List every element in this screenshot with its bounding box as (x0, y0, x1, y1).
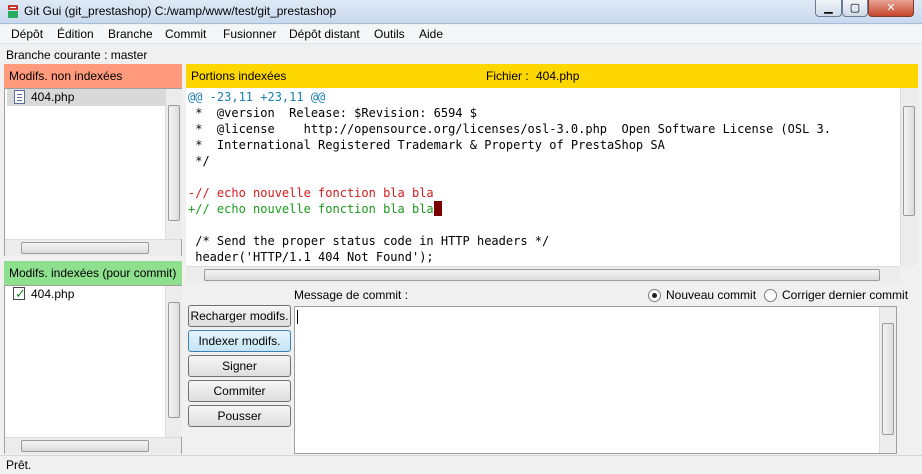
git-gui-icon (8, 5, 18, 18)
stage-changed-button[interactable]: Indexer modifs. (188, 330, 291, 352)
diff-file-name: 404.php (536, 69, 580, 83)
maximize-button[interactable]: ▢ (842, 0, 868, 17)
menu-depot-distant[interactable]: Dépôt distant (289, 27, 360, 41)
staged-file-row[interactable]: 404.php (7, 285, 165, 303)
staged-file-list: 404.php (4, 285, 182, 454)
file-icon (14, 90, 25, 104)
amend-commit-label[interactable]: Corriger dernier commit (782, 288, 908, 302)
unstaged-vertical-scrollbar[interactable] (165, 89, 182, 239)
unstaged-file-name: 404.php (31, 90, 75, 104)
unstaged-horizontal-scrollbar[interactable] (5, 239, 181, 256)
minimize-icon: ▁ (824, 2, 833, 14)
new-commit-radio[interactable] (648, 289, 661, 302)
unstaged-file-list: 404.php (4, 88, 182, 256)
unstaged-header: Modifs. non indexées (4, 64, 182, 88)
commit-message-input[interactable] (294, 306, 897, 454)
diff-hscroll-thumb[interactable] (204, 269, 880, 281)
unstaged-scroll-thumb[interactable] (168, 105, 180, 221)
commit-vertical-scrollbar[interactable] (879, 307, 896, 453)
unstaged-hscroll-thumb[interactable] (21, 242, 149, 254)
amend-commit-radio[interactable] (764, 289, 777, 302)
diff-scroll-thumb[interactable] (903, 106, 915, 216)
staged-file-name: 404.php (31, 287, 75, 301)
diff-header: Portions indexées Fichier : 404.php (186, 64, 918, 88)
status-bar: Prêt. (0, 455, 922, 474)
commit-caret (297, 310, 298, 324)
staged-hscroll-thumb[interactable] (21, 440, 149, 452)
staged-check-icon (13, 285, 26, 302)
diff-line: * @license http://opensource.org/license… (188, 122, 831, 136)
rescan-button[interactable]: Recharger modifs. (188, 305, 291, 327)
text-cursor (433, 201, 442, 216)
diff-vertical-scrollbar[interactable] (900, 88, 917, 266)
menu-edition[interactable]: Édition (57, 27, 94, 41)
diff-deleted-line: -// echo nouvelle fonction bla bla (188, 186, 434, 200)
new-commit-label[interactable]: Nouveau commit (666, 288, 756, 302)
diff-line: header('HTTP/1.1 404 Not Found'); (188, 250, 434, 264)
staged-vertical-scrollbar[interactable] (165, 286, 182, 437)
menu-commit[interactable]: Commit (165, 27, 206, 41)
staged-horizontal-scrollbar[interactable] (5, 437, 181, 454)
menu-bar: Dépôt Édition Branche Commit Fusionner D… (0, 25, 922, 44)
diff-view[interactable]: @@ -23,11 +23,11 @@ * @version Release: … (186, 88, 900, 266)
unstaged-file-row[interactable]: 404.php (7, 89, 165, 106)
current-branch: Branche courante : master (6, 48, 148, 62)
sign-off-button[interactable]: Signer (188, 355, 291, 377)
menu-fusionner[interactable]: Fusionner (223, 27, 276, 41)
menu-aide[interactable]: Aide (419, 27, 443, 41)
title-bar: Git Gui (git_prestashop) C:/wamp/www/tes… (0, 0, 922, 24)
menu-branche[interactable]: Branche (108, 27, 153, 41)
diff-title: Portions indexées (191, 69, 287, 83)
staged-header: Modifs. indexées (pour commit) (4, 261, 182, 285)
diff-line: /* Send the proper status code in HTTP h… (188, 234, 550, 248)
commit-button[interactable]: Commiter (188, 380, 291, 402)
diff-line: */ (188, 154, 210, 168)
diff-horizontal-scrollbar[interactable] (186, 266, 900, 283)
diff-line: * @version Release: $Revision: 6594 $ (188, 106, 477, 120)
diff-added-line: +// echo nouvelle fonction bla bla (188, 201, 442, 217)
close-button[interactable]: ✕ (868, 0, 914, 17)
diff-line: * International Registered Trademark & P… (188, 138, 665, 152)
diff-added-text: +// echo nouvelle fonction bla bla (188, 202, 434, 216)
push-button[interactable]: Pousser (188, 405, 291, 427)
commit-message-label: Message de commit : (294, 288, 409, 302)
diff-file-label: Fichier : (486, 69, 529, 83)
staged-scroll-thumb[interactable] (168, 302, 180, 418)
minimize-button[interactable]: ▁ (815, 0, 842, 17)
maximize-icon: ▢ (849, 2, 861, 14)
diff-hunk-header: @@ -23,11 +23,11 @@ (188, 90, 326, 104)
menu-outils[interactable]: Outils (374, 27, 405, 41)
menu-depot[interactable]: Dépôt (11, 27, 43, 41)
commit-scroll-thumb[interactable] (882, 323, 894, 435)
window-title: Git Gui (git_prestashop) C:/wamp/www/tes… (24, 4, 337, 18)
status-text: Prêt. (6, 458, 32, 472)
close-icon: ✕ (886, 2, 896, 14)
